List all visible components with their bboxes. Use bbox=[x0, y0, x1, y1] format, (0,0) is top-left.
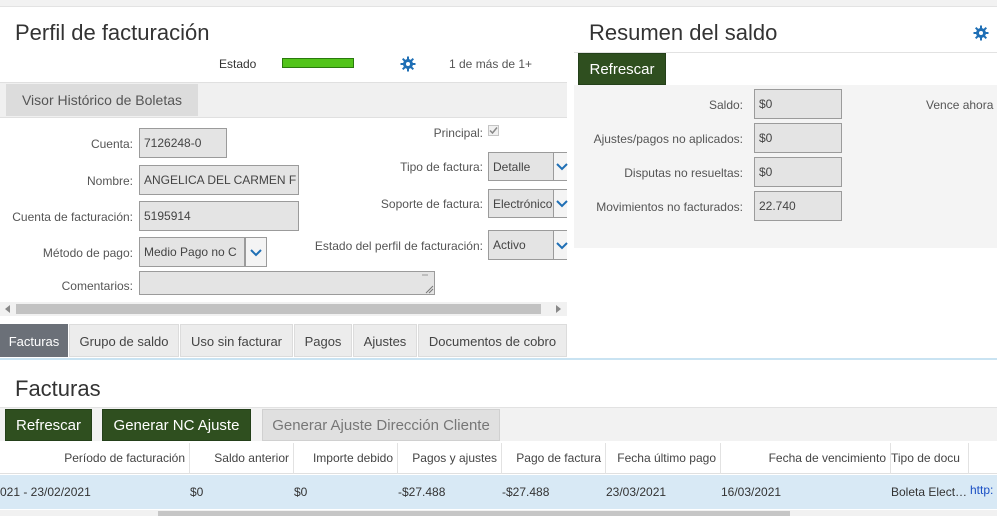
profile-status-label: Estado del perfil de facturación: bbox=[314, 239, 483, 253]
ajustes-label: Ajustes/pagos no aplicados: bbox=[593, 132, 743, 146]
facturas-table-header: Período de facturación Saldo anterior Im… bbox=[0, 443, 997, 474]
tab-pagos[interactable]: Pagos bbox=[294, 324, 352, 357]
chevron-down-icon bbox=[556, 163, 568, 171]
tab-ajustes[interactable]: Ajustes bbox=[353, 324, 417, 357]
movimientos-field[interactable]: 22.740 bbox=[754, 191, 842, 221]
col-saldo-anterior[interactable]: Saldo anterior bbox=[190, 443, 294, 474]
gear-icon[interactable] bbox=[973, 25, 989, 41]
col-periodo[interactable]: Período de facturación bbox=[0, 443, 190, 474]
cell-pago-factura: -$27.488 bbox=[502, 485, 550, 499]
tab-facturas[interactable]: Facturas bbox=[0, 324, 68, 357]
textarea-scroll-icon bbox=[422, 274, 428, 276]
tab-documentos-de-cobro[interactable]: Documentos de cobro bbox=[418, 324, 567, 357]
account-field[interactable]: 7126248-0 bbox=[139, 128, 227, 158]
generar-ajuste-direccion-button[interactable]: Generar Ajuste Dirección Cliente bbox=[262, 409, 500, 441]
billing-account-label: Cuenta de facturación: bbox=[12, 210, 133, 224]
disputas-field[interactable]: $0 bbox=[754, 157, 842, 187]
top-strip bbox=[0, 0, 997, 7]
section-divider bbox=[0, 358, 997, 360]
table-scroll-thumb[interactable] bbox=[158, 511, 790, 516]
col-pago-factura[interactable]: Pago de factura bbox=[502, 443, 606, 474]
record-pager: 1 de más de 1+ bbox=[449, 57, 533, 71]
chevron-down-icon bbox=[556, 200, 568, 208]
comments-label: Comentarios: bbox=[61, 279, 133, 293]
principal-checkbox[interactable] bbox=[488, 125, 499, 136]
payment-method-select[interactable]: Medio Pago no C bbox=[139, 237, 245, 267]
cell-importe-debido: $0 bbox=[294, 485, 308, 499]
payment-method-label: Método de pago: bbox=[42, 246, 133, 260]
summary-refresh-button[interactable]: Refrescar bbox=[578, 53, 666, 85]
name-label: Nombre: bbox=[86, 174, 133, 188]
generar-nc-ajuste-button[interactable]: Generar NC Ajuste bbox=[102, 409, 251, 441]
cell-pagos-ajustes: -$27.488 bbox=[398, 485, 446, 499]
profile-status-dropdown[interactable] bbox=[553, 230, 568, 260]
invoice-support-label: Soporte de factura: bbox=[380, 197, 483, 211]
invoice-type-dropdown[interactable] bbox=[553, 152, 568, 181]
col-fecha-vencimiento[interactable]: Fecha de vencimiento bbox=[721, 443, 891, 474]
facturas-title: Facturas bbox=[15, 376, 101, 401]
table-row[interactable]: 021 - 23/02/2021 $0 $0 -$27.488 -$27.488… bbox=[0, 475, 997, 509]
col-pagos-ajustes[interactable]: Pagos y ajustes bbox=[398, 443, 502, 474]
invoice-support-dropdown[interactable] bbox=[553, 189, 568, 218]
col-tipo-documento[interactable]: Tipo de docu bbox=[891, 443, 969, 474]
disputas-label: Disputas no resueltas: bbox=[624, 166, 743, 180]
saldo-label: Saldo: bbox=[708, 98, 743, 112]
col-fecha-ultimo-pago[interactable]: Fecha último pago bbox=[606, 443, 721, 474]
visor-historico-button[interactable]: Visor Histórico de Boletas bbox=[6, 84, 198, 116]
gear-icon[interactable] bbox=[400, 56, 416, 72]
ajustes-field[interactable]: $0 bbox=[754, 123, 842, 153]
scroll-right-icon[interactable] bbox=[555, 305, 562, 313]
tab-grupo-de-saldo[interactable]: Grupo de saldo bbox=[69, 324, 179, 357]
cell-tipo-documento: Boleta Elect… bbox=[891, 485, 968, 499]
cell-saldo-anterior: $0 bbox=[190, 485, 204, 499]
tab-uso-sin-facturar[interactable]: Uso sin facturar bbox=[180, 324, 293, 357]
invoice-type-label: Tipo de factura: bbox=[400, 160, 483, 174]
principal-label: Principal: bbox=[433, 126, 483, 140]
tabs-bar: Facturas Grupo de saldo Uso sin facturar… bbox=[0, 324, 567, 357]
facturas-refresh-button[interactable]: Refrescar bbox=[5, 409, 92, 441]
chevron-down-icon bbox=[250, 249, 262, 257]
col-importe-debido[interactable]: Importe debido bbox=[294, 443, 398, 474]
billing-profile-title: Perfil de facturación bbox=[15, 20, 210, 45]
balance-summary-title: Resumen del saldo bbox=[589, 20, 778, 45]
name-field[interactable]: ANGELICA DEL CARMEN F bbox=[139, 165, 299, 195]
cell-document-link[interactable]: http: bbox=[970, 475, 997, 509]
cell-periodo: 021 - 23/02/2021 bbox=[0, 485, 91, 499]
payment-method-dropdown[interactable] bbox=[245, 237, 267, 267]
status-label: Estado bbox=[219, 57, 257, 71]
saldo-field[interactable]: $0 bbox=[754, 89, 842, 119]
account-label: Cuenta: bbox=[90, 137, 133, 151]
billing-account-field[interactable]: 5195914 bbox=[139, 201, 299, 231]
scroll-left-icon[interactable] bbox=[4, 305, 11, 313]
status-bar bbox=[282, 58, 354, 68]
profile-status-select[interactable]: Activo bbox=[488, 230, 554, 260]
vence-ahora-label: Vence ahora bbox=[926, 98, 994, 112]
resize-handle-icon[interactable] bbox=[424, 284, 434, 294]
comments-textarea[interactable] bbox=[139, 271, 435, 295]
movimientos-label: Movimientos no facturados: bbox=[596, 200, 743, 214]
invoice-type-select[interactable]: Detalle bbox=[488, 152, 554, 181]
chevron-down-icon bbox=[556, 242, 568, 250]
invoice-support-select[interactable]: Electrónico bbox=[488, 189, 554, 218]
form-scroll-thumb[interactable] bbox=[16, 304, 541, 314]
cell-fecha-ultimo-pago: 23/03/2021 bbox=[606, 485, 667, 499]
cell-fecha-vencimiento: 16/03/2021 bbox=[721, 485, 782, 499]
